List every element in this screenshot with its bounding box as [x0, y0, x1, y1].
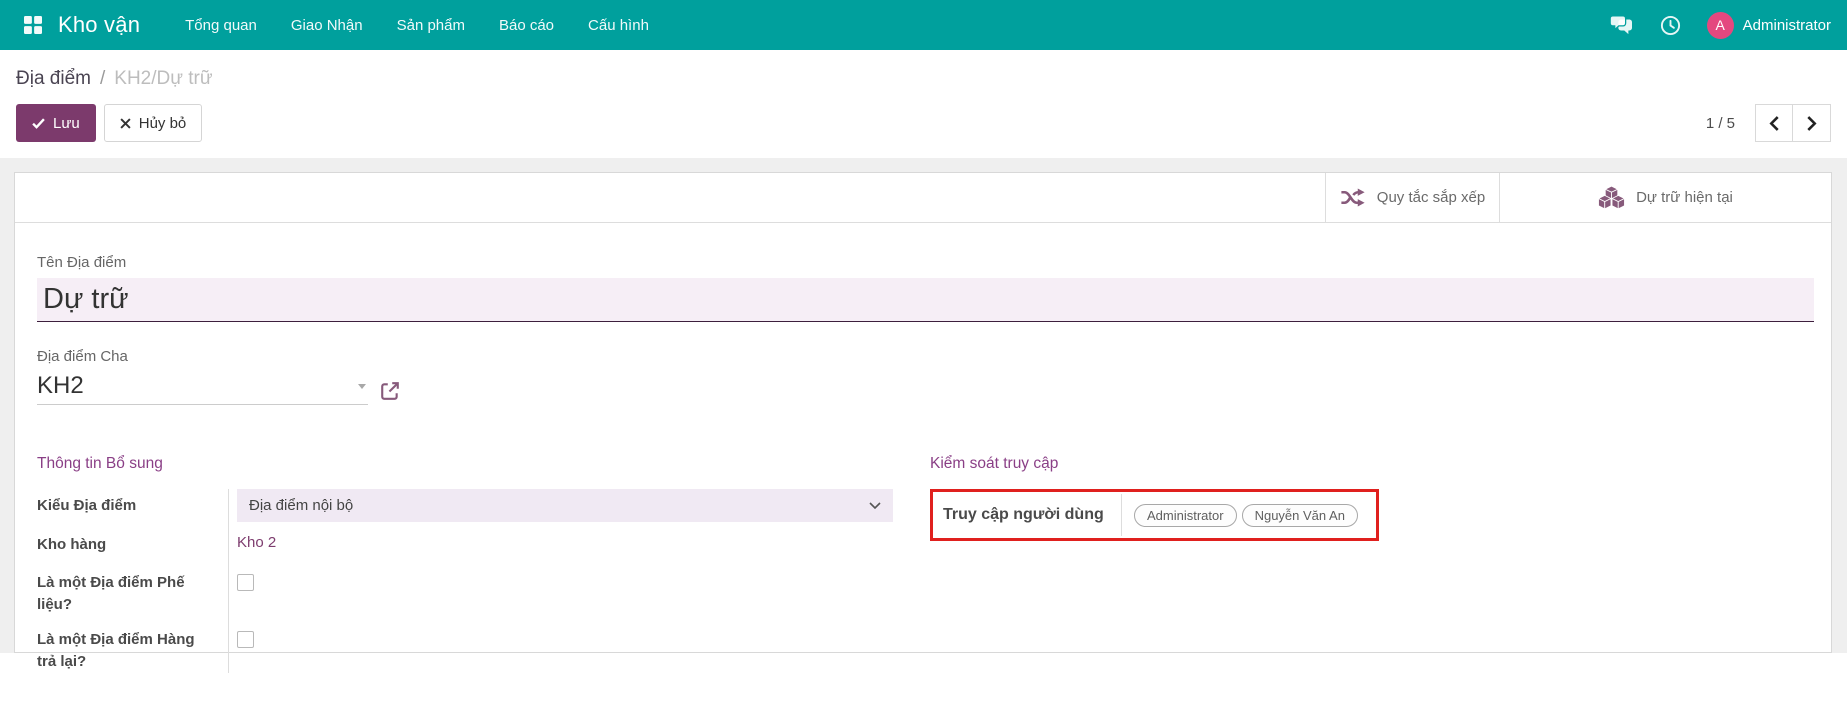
breadcrumb-parent[interactable]: Địa điểm — [16, 68, 91, 90]
clock-icon[interactable] — [1660, 15, 1681, 36]
scrap-location-row: Là một Địa điểm Phế liệu? — [37, 572, 893, 616]
location-name-input[interactable] — [37, 278, 1814, 322]
pager-next-button[interactable] — [1793, 104, 1831, 142]
caret-down-icon[interactable] — [358, 384, 366, 389]
user-menu[interactable]: A Administrator — [1707, 12, 1831, 39]
user-tag[interactable]: Nguyễn Văn An — [1242, 504, 1358, 527]
user-access-tags[interactable]: Administrator Nguyễn Văn An — [1122, 504, 1358, 527]
menu-item-bao-cao[interactable]: Báo cáo — [482, 2, 571, 49]
scrap-location-checkbox[interactable] — [237, 574, 254, 591]
save-button[interactable]: Lưu — [16, 104, 96, 142]
content-background: Quy tắc sắp xếp Dự tr — [0, 158, 1847, 653]
additional-info-title: Thông tin Bổ sung — [37, 455, 893, 473]
sheet-body: Tên Địa điểm Địa điểm Cha KH2 — [15, 223, 1831, 693]
pager: 1 / 5 — [1706, 104, 1831, 142]
discard-button-label: Hủy bỏ — [139, 115, 187, 132]
access-control-section: Kiểm soát truy cập Truy cập người dùng A… — [930, 455, 1800, 673]
chevron-down-icon — [869, 502, 881, 509]
scrap-location-label: Là một Địa điểm Phế liệu? — [37, 572, 228, 616]
discard-button[interactable]: Hủy bỏ — [104, 104, 203, 142]
x-icon — [120, 118, 131, 129]
column-divider — [228, 489, 229, 673]
return-location-checkbox[interactable] — [237, 631, 254, 648]
cubes-icon — [1598, 185, 1625, 210]
return-location-row: Là một Địa điểm Hàng trả lại? — [37, 629, 893, 673]
chat-bubbles-icon[interactable] — [1610, 15, 1634, 35]
parent-location-field[interactable]: KH2 — [37, 372, 368, 405]
breadcrumb: Địa điểm / KH2/Dự trữ — [16, 64, 1831, 94]
access-control-title: Kiểm soát truy cập — [930, 455, 1800, 473]
putaway-rules-button[interactable]: Quy tắc sắp xếp — [1325, 173, 1499, 222]
control-panel: Địa điểm / KH2/Dự trữ Lưu Hủy bỏ 1 / 5 — [0, 50, 1847, 158]
chevron-right-icon — [1806, 116, 1817, 131]
additional-info-section: Thông tin Bổ sung Kiểu Địa điểm Địa điểm… — [37, 455, 893, 673]
parent-location-block: Địa điểm Cha KH2 — [37, 348, 1814, 405]
user-name: Administrator — [1743, 17, 1831, 34]
menu-item-san-pham[interactable]: Sản phẩm — [380, 2, 482, 49]
user-access-highlight-box: Truy cập người dùng Administrator Nguyễn… — [930, 489, 1379, 541]
location-type-label: Kiểu Địa điểm — [37, 495, 228, 517]
menu-item-giao-nhan[interactable]: Giao Nhận — [274, 2, 380, 49]
return-location-label: Là một Địa điểm Hàng trả lại? — [37, 629, 228, 673]
location-type-value: Địa điểm nội bộ — [249, 497, 869, 514]
top-navbar: Kho vận Tổng quan Giao Nhận Sản phẩm Báo… — [0, 0, 1847, 50]
user-tag[interactable]: Administrator — [1134, 504, 1237, 527]
pager-counter: 1 / 5 — [1706, 115, 1735, 132]
location-type-select[interactable]: Địa điểm nội bộ — [237, 489, 893, 522]
parent-location-label: Địa điểm Cha — [37, 348, 1814, 365]
menu-item-tong-quan[interactable]: Tổng quan — [168, 2, 274, 49]
apps-grid-icon[interactable] — [16, 8, 50, 42]
shuffle-icon — [1340, 188, 1366, 207]
form-columns: Thông tin Bổ sung Kiểu Địa điểm Địa điểm… — [37, 455, 1814, 673]
warehouse-label: Kho hàng — [37, 534, 228, 556]
avatar: A — [1707, 12, 1734, 39]
user-access-label: Truy cập người dùng — [943, 506, 1121, 524]
current-stock-button[interactable]: Dự trữ hiện tại — [1499, 173, 1831, 222]
apps-grid-icon-svg — [24, 16, 42, 34]
main-menu: Tổng quan Giao Nhận Sản phẩm Báo cáo Cấu… — [168, 2, 666, 49]
check-icon — [32, 118, 45, 129]
parent-location-value: KH2 — [37, 372, 358, 400]
breadcrumb-separator: / — [100, 68, 105, 90]
menu-item-cau-hinh[interactable]: Cấu hình — [571, 2, 666, 49]
warehouse-link[interactable]: Kho 2 — [237, 534, 276, 551]
systray: A Administrator — [1610, 12, 1831, 39]
chevron-left-icon — [1769, 116, 1780, 131]
external-link-icon[interactable] — [380, 381, 400, 401]
control-panel-buttons: Lưu Hủy bỏ 1 / 5 — [16, 104, 1831, 142]
app-title[interactable]: Kho vận — [58, 12, 140, 38]
putaway-rules-label: Quy tắc sắp xếp — [1377, 189, 1485, 206]
warehouse-row: Kho hàng Kho 2 — [37, 534, 893, 556]
breadcrumb-current: KH2/Dự trữ — [114, 68, 212, 90]
location-type-row: Kiểu Địa điểm Địa điểm nội bộ — [37, 489, 893, 522]
pager-previous-button[interactable] — [1755, 104, 1793, 142]
form-sheet: Quy tắc sắp xếp Dự tr — [14, 172, 1832, 653]
location-name-label: Tên Địa điểm — [37, 254, 1814, 271]
save-button-label: Lưu — [53, 115, 80, 132]
stat-button-row: Quy tắc sắp xếp Dự tr — [15, 173, 1831, 223]
current-stock-label: Dự trữ hiện tại — [1636, 189, 1733, 206]
